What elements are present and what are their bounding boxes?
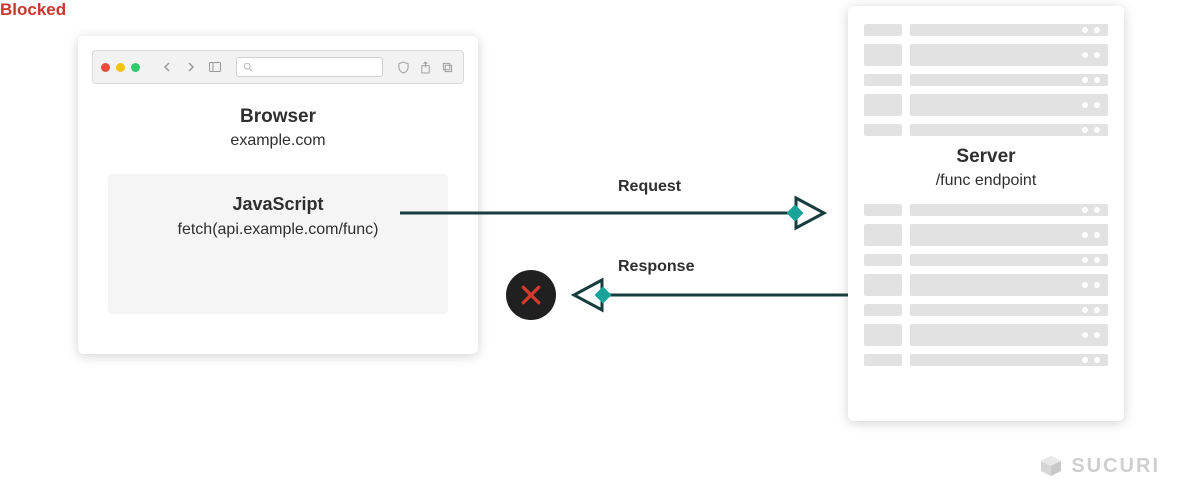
rack-row <box>864 74 1108 86</box>
server-title: Server <box>864 146 1108 168</box>
request-label: Request <box>618 178 681 196</box>
share-icon <box>417 59 433 75</box>
sidebar-toggle-icon <box>206 58 224 76</box>
rack-row <box>864 224 1108 246</box>
rack-row <box>864 354 1108 366</box>
rack-row <box>864 254 1108 266</box>
javascript-code: fetch(api.example.com/func) <box>108 221 448 239</box>
rack-row <box>864 44 1108 66</box>
url-bar <box>236 57 383 77</box>
window-minimize-dot <box>116 63 125 72</box>
server-endpoint: /func endpoint <box>864 172 1108 190</box>
browser-card: Browser example.com JavaScript fetch(api… <box>78 36 478 354</box>
rack-row <box>864 124 1108 136</box>
x-icon <box>520 284 542 306</box>
javascript-box: JavaScript fetch(api.example.com/func) <box>108 174 448 314</box>
rack-row <box>864 324 1108 346</box>
copy-icon <box>439 59 455 75</box>
browser-domain: example.com <box>78 132 478 150</box>
window-maximize-dot <box>131 63 140 72</box>
brand-cube-icon <box>1039 454 1063 478</box>
server-card: Server /func endpoint <box>848 6 1124 421</box>
rack-row <box>864 24 1108 36</box>
forward-icon <box>182 58 200 76</box>
brand-logo: SUCURI <box>1039 454 1160 478</box>
brand-name: SUCURI <box>1071 455 1160 478</box>
rack-row <box>864 204 1108 216</box>
blocked-indicator <box>506 270 556 320</box>
rack-row <box>864 274 1108 296</box>
response-label: Response <box>618 258 694 276</box>
browser-chrome-bar <box>92 50 464 84</box>
back-icon <box>158 58 176 76</box>
rack-row <box>864 94 1108 116</box>
shield-icon <box>395 59 411 75</box>
rack-row <box>864 304 1108 316</box>
javascript-title: JavaScript <box>108 194 448 215</box>
window-close-dot <box>101 63 110 72</box>
browser-title: Browser <box>78 106 478 128</box>
search-icon <box>243 62 253 72</box>
